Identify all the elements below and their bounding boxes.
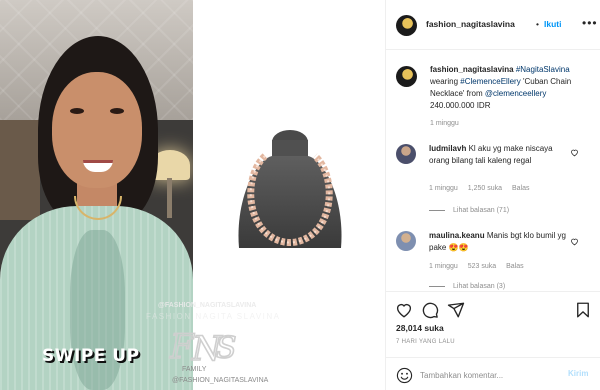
reply-button[interactable]: Balas [506,263,524,270]
post-actions: 28,014 suka 7 HARI YANG LALU Kirim [386,291,600,390]
comment-meta: 1 minggu 523 suka Balas [429,263,524,270]
comment-meta: 1 minggu 1,250 suka Balas [429,185,529,192]
avatar[interactable] [396,144,416,164]
top-fold [70,230,125,390]
caption-price: 240.000.000 IDR [430,101,491,110]
hashtag-link[interactable]: #NagitaSlavina [516,65,570,74]
replies-divider [429,285,445,287]
avatar[interactable] [396,66,417,87]
caption-segment: wearing [430,77,459,86]
comment-text: ludmilavh Kl aku yg make niscaya orang b… [429,143,569,167]
mention-link[interactable]: @clemenceellery [485,89,546,98]
post-media[interactable]: SWIPE UP @FASHION_NAGITASLAVINA FASHION … [0,0,386,390]
person-eye [70,108,84,114]
post-header: fashion_nagitaslavina • Ikuti ••• [386,0,600,50]
header-username[interactable]: fashion_nagitaslavina [426,19,515,29]
heart-icon[interactable] [570,148,579,157]
comment-input[interactable] [420,366,560,384]
cuban-chain-necklace [238,130,342,248]
bookmark-icon[interactable] [574,301,592,319]
likes-count[interactable]: 28,014 suka [396,323,444,333]
share-icon[interactable] [447,301,465,319]
post-details-panel: fashion_nagitaslavina • Ikuti ••• fashio… [386,0,600,390]
watermark-family: FAMILY [182,366,207,373]
comment-emoji: 😍😍 [448,243,469,252]
caption-text: fashion_nagitaslavina #NagitaSlavina wea… [430,64,592,112]
comment-text: maulina.keanu Manis bgt klo bumil yg pak… [429,230,569,254]
background-wall [0,120,40,220]
person-eye [110,108,124,114]
follow-button[interactable]: Ikuti [544,19,561,29]
comment-icon[interactable] [421,301,439,319]
fns-logo: F N S [168,326,237,366]
hashtag-link[interactable]: #ClemenceEllery [460,77,520,86]
view-replies-label: Lihat balasan (71) [453,207,510,214]
comment-username[interactable]: ludmilavh [429,144,466,153]
comment-time[interactable]: 1 minggu [429,263,458,270]
more-horizontal-icon[interactable]: ••• [582,16,598,30]
comment-username[interactable]: maulina.keanu [429,231,485,240]
lamp-stand [167,178,172,218]
post-comment-button[interactable]: Kirim [568,369,588,378]
heart-icon[interactable] [570,237,579,246]
comment-likes[interactable]: 1,250 suka [468,185,502,192]
comment-time[interactable]: 1 minggu [429,185,458,192]
avatar[interactable] [396,231,416,251]
post-time-ago[interactable]: 7 HARI YANG LALU [396,339,455,345]
separator-dot: • [536,19,539,29]
comment-likes[interactable]: 523 suka [468,263,496,270]
view-replies-label: Lihat balasan (3) [453,283,506,290]
swipe-up-label: SWIPE UP [42,346,140,366]
view-replies[interactable]: Lihat balasan (71) [429,207,509,214]
caption-time[interactable]: 1 minggu [430,120,459,127]
avatar[interactable] [396,15,417,36]
emoji-icon[interactable] [396,367,413,384]
heart-icon[interactable] [395,301,413,319]
watermark-handle-bottom: @FASHION_NAGITASLAVINA [172,377,269,384]
reply-button[interactable]: Balas [512,185,530,192]
svg-text:S: S [216,331,237,366]
caption-username[interactable]: fashion_nagitaslavina [430,65,514,74]
replies-divider [429,209,445,211]
video-frame [0,0,193,390]
view-replies[interactable]: Lihat balasan (3) [429,283,505,290]
add-comment-bar: Kirim [386,357,600,390]
watermark-handle: @FASHION_NAGITASLAVINA [158,302,257,309]
